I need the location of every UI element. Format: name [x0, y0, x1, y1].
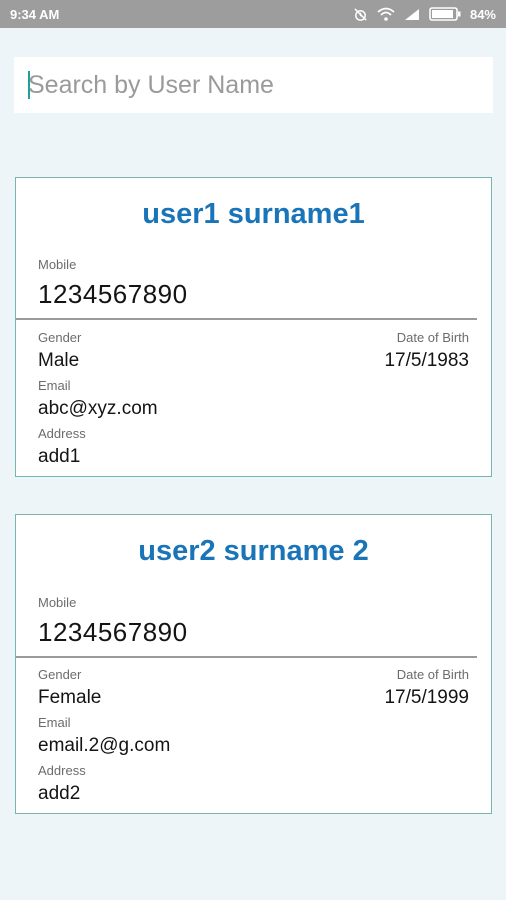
battery-percent: 84%	[469, 6, 496, 22]
signal-icon	[404, 8, 420, 21]
search-box[interactable]	[14, 57, 493, 113]
address-label: Address	[38, 426, 86, 441]
gender-label: Gender	[38, 330, 82, 345]
user-name: user2 surname 2	[138, 535, 369, 567]
user-card[interactable]: user1 surname1 Mobile 1234567890 Gender …	[15, 177, 492, 477]
mobile-value: 1234567890	[38, 617, 188, 647]
gender-value: Female	[38, 687, 102, 708]
user-card[interactable]: user2 surname 2 Mobile 1234567890 Gender…	[15, 514, 492, 814]
address-value: add1	[38, 446, 81, 467]
mobile-label: Mobile	[38, 257, 77, 272]
status-bar: 9:34 AM 84%	[0, 0, 506, 28]
dob-value: 17/5/1999	[384, 687, 469, 708]
address-label: Address	[38, 763, 86, 778]
gender-label: Gender	[38, 667, 82, 682]
dob-value: 17/5/1983	[384, 350, 469, 371]
status-icons: 84%	[353, 7, 496, 22]
email-value: email.2@g.com	[38, 735, 171, 756]
email-label: Email	[38, 715, 71, 730]
divider	[16, 318, 477, 320]
user-name: user1 surname1	[142, 198, 365, 230]
text-cursor	[28, 71, 30, 99]
search-input[interactable]	[14, 57, 493, 113]
email-label: Email	[38, 378, 71, 393]
gender-value: Male	[38, 350, 80, 371]
mobile-value: 1234567890	[38, 279, 188, 309]
mobile-label: Mobile	[38, 595, 77, 610]
address-value: add2	[38, 783, 81, 804]
divider	[16, 656, 477, 658]
dob-label: Date of Birth	[396, 667, 469, 682]
wifi-icon	[377, 7, 395, 21]
dob-label: Date of Birth	[396, 330, 469, 345]
battery-icon	[429, 7, 461, 21]
email-value: abc@xyz.com	[38, 398, 158, 419]
status-time: 9:34 AM	[10, 6, 60, 22]
alarm-off-icon	[353, 7, 368, 22]
